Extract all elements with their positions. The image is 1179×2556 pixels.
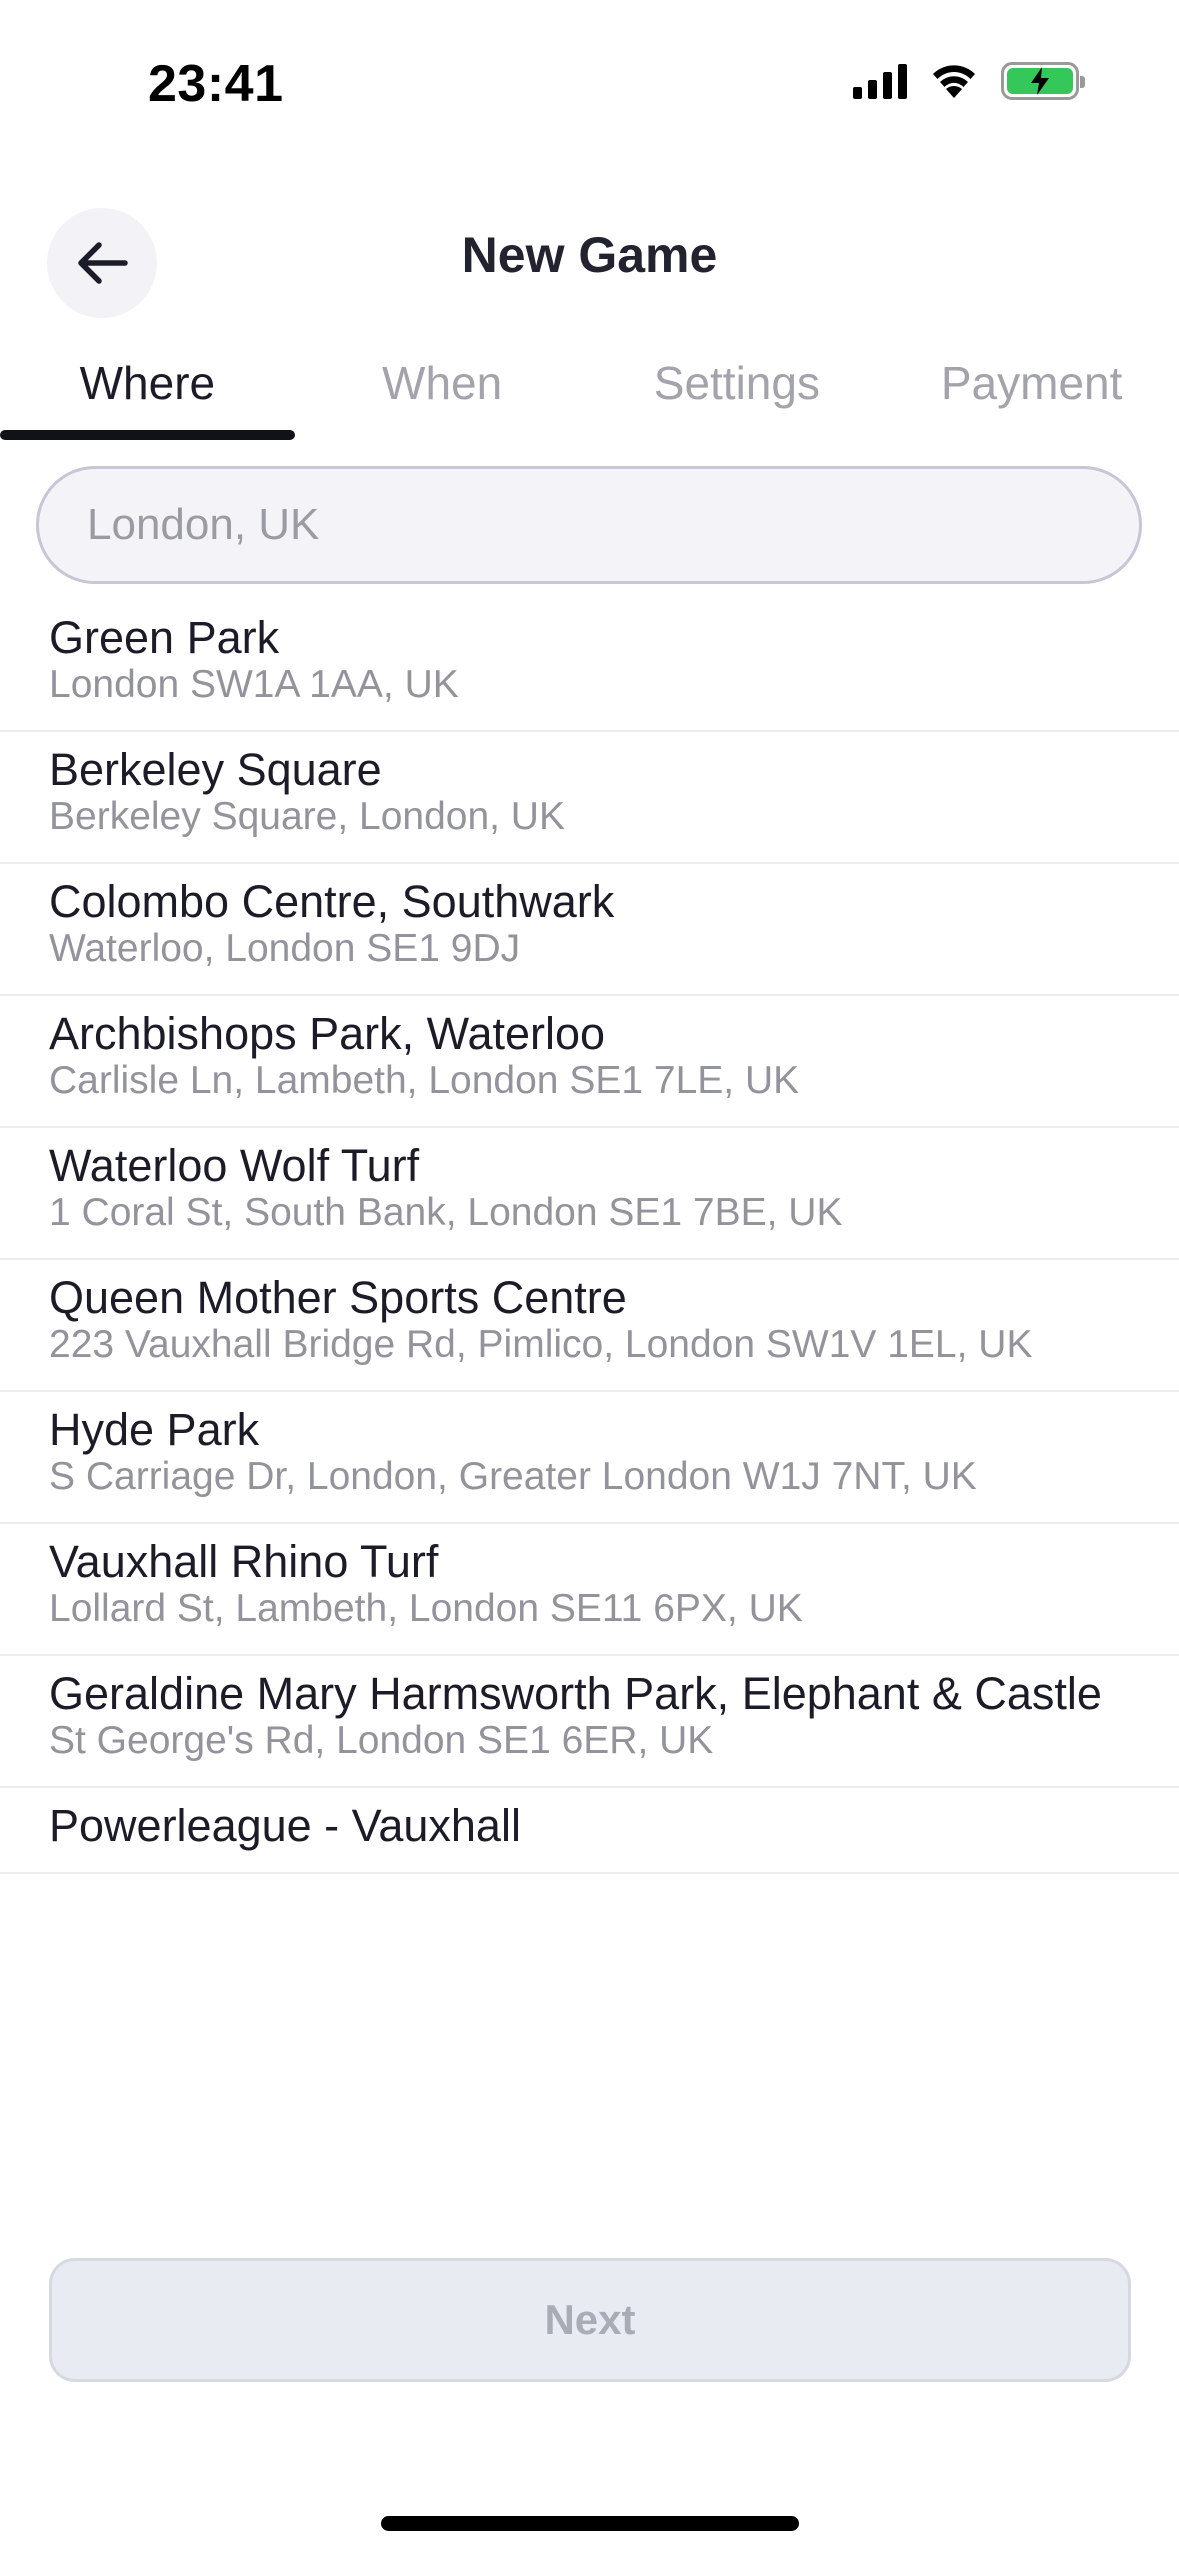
tab-payment[interactable]: Payment — [884, 350, 1179, 442]
cellular-signal-icon — [853, 63, 907, 99]
location-address: 1 Coral St, South Bank, London SE1 7BE, … — [49, 1191, 843, 1234]
location-name: Vauxhall Rhino Turf — [49, 1536, 439, 1587]
tab-where[interactable]: Where — [0, 350, 295, 442]
status-time: 23:41 — [148, 55, 284, 113]
tab-settings[interactable]: Settings — [590, 350, 885, 442]
list-item[interactable]: Geraldine Mary Harmsworth Park, Elephant… — [0, 1656, 1179, 1788]
page-title: New Game — [461, 227, 718, 283]
status-icons — [853, 62, 1085, 100]
location-address: Carlisle Ln, Lambeth, London SE1 7LE, UK — [49, 1059, 800, 1102]
list-item[interactable]: Archbishops Park, Waterloo Carlisle Ln, … — [0, 996, 1179, 1128]
list-item[interactable]: Vauxhall Rhino Turf Lollard St, Lambeth,… — [0, 1524, 1179, 1656]
active-tab-indicator — [0, 430, 295, 440]
next-button[interactable]: Next — [49, 2258, 1131, 2382]
location-address: Lollard St, Lambeth, London SE11 6PX, UK — [49, 1587, 803, 1630]
location-address: S Carriage Dr, London, Greater London W1… — [49, 1455, 977, 1498]
location-address: 223 Vauxhall Bridge Rd, Pimlico, London … — [49, 1323, 1033, 1366]
location-search-input[interactable] — [87, 500, 1139, 550]
location-address: Berkeley Square, London, UK — [49, 795, 565, 838]
status-bar: 23:41 — [0, 0, 1179, 150]
list-item[interactable]: Berkeley Square Berkeley Square, London,… — [0, 732, 1179, 864]
home-indicator — [381, 2516, 799, 2531]
location-list[interactable]: Green Park London SW1A 1AA, UK Berkeley … — [0, 600, 1179, 2196]
location-name: Queen Mother Sports Centre — [49, 1272, 627, 1323]
location-name: Waterloo Wolf Turf — [49, 1140, 420, 1191]
location-name: Green Park — [49, 612, 280, 663]
location-address: Waterloo, London SE1 9DJ — [49, 927, 521, 970]
list-item[interactable]: Hyde Park S Carriage Dr, London, Greater… — [0, 1392, 1179, 1524]
list-item[interactable]: Queen Mother Sports Centre 223 Vauxhall … — [0, 1260, 1179, 1392]
list-item[interactable]: Colombo Centre, Southwark Waterloo, Lond… — [0, 864, 1179, 996]
wifi-icon — [933, 65, 975, 98]
location-name: Colombo Centre, Southwark — [49, 876, 615, 927]
location-name: Geraldine Mary Harmsworth Park, Elephant… — [49, 1668, 1102, 1719]
tab-bar: Where When Settings Payment — [0, 350, 1179, 442]
location-name: Powerleague - Vauxhall — [49, 1800, 521, 1851]
location-address: St George's Rd, London SE1 6ER, UK — [49, 1719, 714, 1762]
location-name: Hyde Park — [49, 1404, 260, 1455]
location-name: Archbishops Park, Waterloo — [49, 1008, 606, 1059]
location-name: Berkeley Square — [49, 744, 382, 795]
location-search[interactable] — [36, 466, 1142, 584]
battery-icon — [1001, 62, 1085, 100]
list-item[interactable]: Green Park London SW1A 1AA, UK — [0, 600, 1179, 732]
list-item[interactable]: Powerleague - Vauxhall — [0, 1788, 1179, 1874]
list-item[interactable]: Waterloo Wolf Turf 1 Coral St, South Ban… — [0, 1128, 1179, 1260]
location-address: London SW1A 1AA, UK — [49, 663, 459, 706]
tab-when[interactable]: When — [295, 350, 590, 442]
